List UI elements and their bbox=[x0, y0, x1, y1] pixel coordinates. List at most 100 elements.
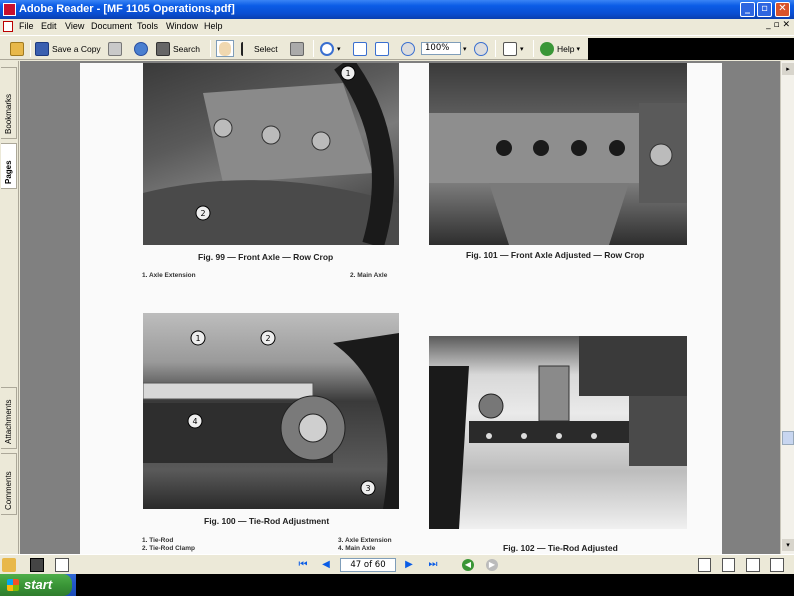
tab-attachments[interactable]: Attachments bbox=[1, 387, 17, 449]
scrollbar-thumb[interactable] bbox=[782, 431, 794, 445]
search-button[interactable]: Search bbox=[156, 40, 200, 57]
tab-bookmarks-label: Bookmarks bbox=[4, 93, 13, 134]
tab-bookmarks[interactable]: Bookmarks bbox=[1, 67, 17, 139]
menu-document[interactable]: Document bbox=[91, 21, 132, 31]
menu-tools[interactable]: Tools bbox=[137, 21, 158, 31]
taskbar-empty-area bbox=[76, 574, 794, 596]
vertical-scrollbar[interactable]: ▸ ▾ bbox=[780, 61, 794, 554]
navigation-pane: Bookmarks Pages Attachments Comments bbox=[0, 61, 19, 554]
start-button[interactable]: start bbox=[0, 574, 72, 596]
start-label: start bbox=[24, 577, 53, 592]
floppy-disk-icon bbox=[35, 41, 49, 56]
document-view[interactable]: 1 2 Fig. 99 — Front Axle — Row Crop 1. A… bbox=[20, 61, 780, 554]
fig102-caption: Fig. 102 — Tie-Rod Adjusted bbox=[503, 543, 618, 553]
menu-view[interactable]: View bbox=[65, 21, 84, 31]
chevron-down-icon: ▾ bbox=[520, 45, 524, 53]
next-page-icon[interactable]: ▶ bbox=[403, 559, 415, 571]
fig99-photo: 1 2 bbox=[143, 63, 399, 245]
pdf-page: 1 2 Fig. 99 — Front Axle — Row Crop 1. A… bbox=[80, 63, 722, 554]
plus-circle-icon bbox=[474, 41, 488, 56]
fig100-callout-3: 3 bbox=[365, 484, 370, 493]
taskbar: start bbox=[0, 574, 794, 596]
page-size-icon[interactable] bbox=[55, 558, 69, 572]
zoom-in-button[interactable] bbox=[474, 40, 491, 57]
help-circle-icon bbox=[540, 41, 554, 56]
fig102-photo-drawing bbox=[429, 336, 687, 529]
fig101-caption: Fig. 101 — Front Axle Adjusted — Row Cro… bbox=[466, 250, 645, 260]
magnifier-icon bbox=[320, 41, 334, 56]
first-page-icon[interactable]: ⏮ bbox=[297, 559, 309, 571]
print-button[interactable] bbox=[108, 40, 125, 57]
menu-window[interactable]: Window bbox=[166, 21, 198, 31]
last-page-icon[interactable]: ⏭ bbox=[427, 559, 439, 571]
snapshot-button[interactable] bbox=[290, 40, 307, 57]
rotate-view-button[interactable]: ▾ bbox=[503, 40, 524, 57]
fig100-photo-drawing: 1 2 3 4 bbox=[143, 330, 399, 509]
fig100-legend-left-2: 2. Tie-Rod Clamp bbox=[142, 545, 195, 552]
windows-logo-icon bbox=[7, 579, 19, 591]
zoom-in-tool-button[interactable]: ▾ bbox=[320, 40, 341, 57]
fig100-callout-2: 2 bbox=[265, 334, 270, 343]
hand-tool-button[interactable] bbox=[216, 40, 234, 57]
fig100-callout-4: 4 bbox=[192, 417, 197, 426]
menu-edit[interactable]: Edit bbox=[41, 21, 57, 31]
select-tool-button[interactable]: Select bbox=[241, 40, 278, 57]
fig101-photo-drawing bbox=[429, 103, 687, 245]
fig102-photo bbox=[429, 336, 687, 529]
tab-comments[interactable]: Comments bbox=[1, 453, 17, 515]
fit-width-icon bbox=[375, 41, 389, 56]
previous-page-icon[interactable]: ◀ bbox=[320, 559, 332, 571]
open-button[interactable] bbox=[10, 40, 27, 57]
document-properties-icon[interactable] bbox=[30, 558, 44, 572]
page-number-field[interactable]: 47 of 60 bbox=[340, 558, 396, 572]
scroll-down-arrow-icon[interactable]: ▾ bbox=[782, 539, 794, 551]
tab-pages-label: Pages bbox=[4, 160, 13, 184]
tab-attachments-label: Attachments bbox=[4, 399, 13, 444]
tab-pages[interactable]: Pages bbox=[1, 143, 17, 189]
window-title: Adobe Reader - [MF 1105 Operations.pdf] bbox=[19, 3, 235, 15]
zoom-dropdown[interactable]: ▾ bbox=[463, 40, 467, 57]
email-button[interactable] bbox=[134, 40, 151, 57]
status-bar: ⏮ ◀ 47 of 60 ▶ ⏭ ◀ ▶ bbox=[0, 554, 794, 574]
chevron-down-icon: ▾ bbox=[337, 45, 341, 53]
zoom-level-field[interactable]: 100% bbox=[421, 42, 461, 55]
fig99-legend-left: 1. Axle Extension bbox=[142, 272, 196, 279]
document-window-controls[interactable]: _ ▫ ✕ bbox=[766, 20, 790, 30]
fig99-caption: Fig. 99 — Front Axle — Row Crop bbox=[198, 252, 334, 262]
fit-page-button[interactable] bbox=[353, 40, 370, 57]
tab-comments-label: Comments bbox=[4, 471, 13, 510]
help-label: Help bbox=[557, 43, 575, 54]
save-copy-button[interactable]: Save a Copy bbox=[35, 40, 101, 57]
chevron-down-icon: ▾ bbox=[463, 45, 467, 53]
single-page-icon[interactable] bbox=[698, 558, 711, 572]
zoom-out-button[interactable] bbox=[401, 40, 418, 57]
next-view-icon[interactable]: ▶ bbox=[486, 559, 498, 571]
toolbar-empty-area bbox=[588, 38, 794, 60]
binoculars-icon bbox=[156, 41, 170, 56]
fig100-legend-right-1: 3. Axle Extension bbox=[338, 537, 392, 544]
lock-status-icon[interactable] bbox=[2, 558, 16, 572]
menu-help[interactable]: Help bbox=[204, 21, 223, 31]
scroll-right-arrow-icon[interactable]: ▸ bbox=[782, 63, 794, 75]
adobe-reader-icon bbox=[3, 3, 16, 16]
pdf-document-icon[interactable] bbox=[3, 21, 13, 32]
minimize-button[interactable]: _ bbox=[740, 2, 755, 17]
facing-icon[interactable] bbox=[746, 558, 760, 572]
fig99-photo-drawing: 1 2 bbox=[143, 63, 399, 245]
search-label: Search bbox=[173, 43, 200, 54]
hand-icon bbox=[219, 41, 231, 56]
help-button[interactable]: Help ▾ bbox=[540, 40, 580, 57]
continuous-icon[interactable] bbox=[722, 558, 735, 572]
folder-open-icon bbox=[10, 41, 24, 56]
maximize-button[interactable]: ▫ bbox=[757, 2, 772, 17]
menu-file[interactable]: File bbox=[19, 21, 34, 31]
fit-page-icon bbox=[353, 41, 367, 56]
toolbar: Save a Copy Search Select ▾ 100% ▾ ▾ Hel… bbox=[0, 35, 794, 60]
close-button[interactable]: ✕ bbox=[775, 2, 790, 17]
previous-view-icon[interactable]: ◀ bbox=[462, 559, 474, 571]
continuous-facing-icon[interactable] bbox=[770, 558, 784, 572]
fig100-caption: Fig. 100 — Tie-Rod Adjustment bbox=[204, 516, 330, 526]
fig100-photo: 1 2 3 4 bbox=[143, 313, 399, 509]
select-label: Select bbox=[254, 43, 278, 54]
fit-width-button[interactable] bbox=[375, 40, 392, 57]
